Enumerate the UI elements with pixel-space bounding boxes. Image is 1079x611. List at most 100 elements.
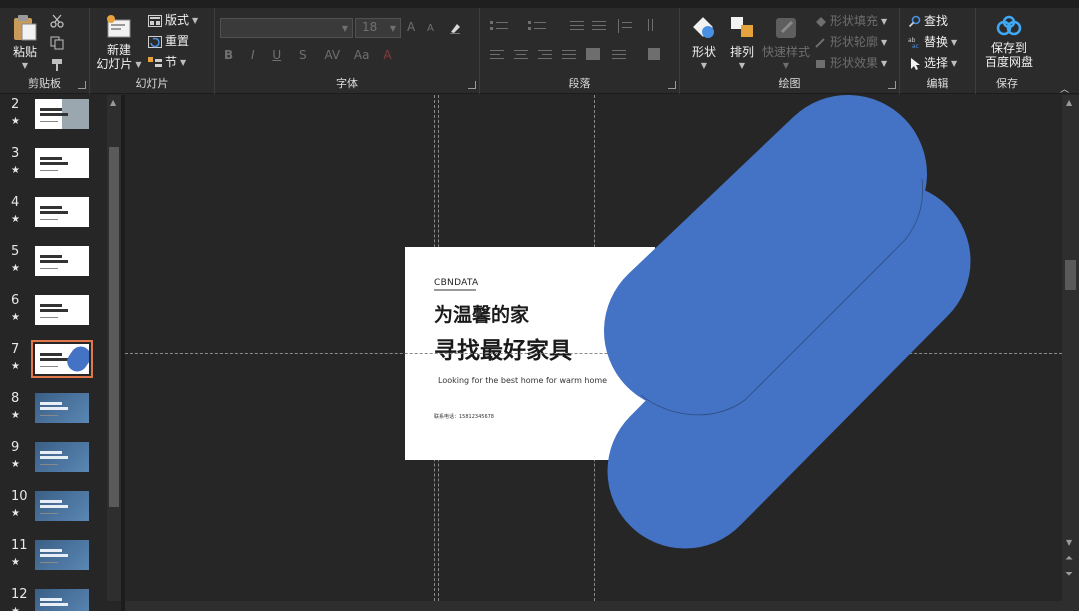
scroll-down-icon[interactable]: ▼ [1066, 538, 1072, 547]
underline-button[interactable]: U [272, 48, 281, 62]
shapes-button[interactable]: 形状 ▼ [686, 14, 722, 73]
arrange-button[interactable]: 排列 ▼ [724, 14, 760, 73]
slide-number: 6 [11, 293, 20, 308]
slide-thumbnail-item[interactable]: 3 ★ [0, 146, 107, 192]
slide-thumbnail-preview[interactable] [35, 295, 89, 325]
slide-number: 5 [11, 244, 20, 259]
previous-slide-icon[interactable]: ⏶ [1065, 553, 1073, 564]
reset-button[interactable]: 重置 [148, 32, 189, 50]
clear-format-icon[interactable] [448, 21, 462, 35]
thumbnail-text-line [40, 170, 58, 171]
animation-star-icon: ★ [11, 508, 20, 519]
animation-star-icon: ★ [11, 361, 20, 372]
format-painter-icon[interactable] [50, 58, 64, 72]
slide-editor-canvas[interactable]: CBNDATA 为温馨的家 寻找最好家具 Looking for the bes… [125, 95, 1062, 601]
slide-thumbnail-preview[interactable] [35, 491, 89, 521]
thumbnail-scrollbar[interactable]: ▲ [107, 95, 121, 601]
ribbon: 粘贴 ▼ 剪贴板 新建 幻灯片 ▼ 版式 ▼ 重置 节 ▼ 幻灯片 ▼ 18 ▼… [0, 0, 1079, 95]
quick-styles-icon [776, 18, 796, 38]
slide-thumbnail-item[interactable]: 8 ★ [0, 391, 107, 437]
save-group: 保存到 百度网盘 保存 [976, 8, 1038, 94]
slide-thumbnail-item[interactable]: 12 ★ [0, 587, 107, 611]
slide-thumbnail-item[interactable]: 4 ★ [0, 195, 107, 241]
slide-thumbnail-item[interactable]: 5 ★ [0, 244, 107, 290]
slide-thumbnail-preview[interactable] [35, 589, 89, 611]
save-to-baidu-button[interactable]: 保存到 百度网盘 [980, 14, 1038, 69]
slide-number: 11 [11, 538, 28, 553]
strikethrough-button[interactable]: S [299, 48, 307, 62]
shape-outline-button[interactable]: 形状轮廓 ▼ [814, 33, 887, 51]
slide-thumbnail-preview[interactable] [35, 393, 89, 423]
copy-icon[interactable] [50, 36, 64, 50]
section-button[interactable]: 节 ▼ [148, 53, 186, 71]
thumbnail-text-line [40, 255, 62, 258]
animation-star-icon: ★ [11, 606, 20, 611]
italic-button[interactable]: I [251, 48, 255, 62]
thumbnail-text-line [40, 500, 62, 503]
thumbnail-text-line [40, 309, 68, 312]
slide-thumbnail-preview[interactable] [35, 540, 89, 570]
paragraph-launcher-icon[interactable] [668, 81, 676, 89]
slide-thumbnail-preview[interactable] [35, 148, 89, 178]
thumbnail-text-line [40, 260, 68, 263]
slide-number: 3 [11, 146, 20, 161]
thumbnail-scroll-thumb[interactable] [109, 147, 119, 507]
slide-thumbnail-preview[interactable] [35, 197, 89, 227]
paste-dropdown-caret[interactable]: ▼ [8, 59, 42, 73]
select-button[interactable]: 选择 ▼ [908, 54, 957, 72]
font-color-button[interactable]: A [383, 48, 391, 62]
scissors-icon[interactable] [50, 14, 64, 28]
editor-horizontal-scrollbar[interactable] [125, 601, 1079, 611]
thumbnail-text-line [40, 358, 68, 361]
clipboard-group-label: 剪贴板 [28, 77, 61, 90]
shrink-font-button[interactable]: A [427, 23, 434, 34]
thumbnail-text-line [40, 415, 58, 416]
editor-scroll-thumb[interactable] [1065, 260, 1076, 290]
slide-thumbnail-preview[interactable] [35, 246, 89, 276]
paste-button[interactable]: 粘贴 ▼ [8, 14, 42, 73]
grow-font-button[interactable]: A [407, 20, 415, 34]
drawing-launcher-icon[interactable] [888, 81, 896, 89]
animation-star-icon: ★ [11, 263, 20, 274]
find-button[interactable]: 查找 [908, 12, 948, 30]
font-size-combobox[interactable]: 18 ▼ [355, 18, 401, 38]
slide-thumbnail-item[interactable]: 7 ★ [0, 340, 107, 388]
change-case-button[interactable]: Aa [354, 48, 370, 62]
layout-button[interactable]: 版式 ▼ [148, 11, 198, 29]
thumbnail-text-line [40, 108, 62, 111]
quick-styles-button[interactable]: 快速样式 ▼ [762, 14, 810, 73]
clipboard-launcher-icon[interactable] [78, 81, 86, 89]
thumbnail-text-line [40, 549, 62, 552]
drawing-group-label: 绘图 [778, 77, 801, 90]
slide-thumbnail-item[interactable]: 2 ★ [0, 97, 107, 143]
slide-thumbnail-preview[interactable] [35, 442, 89, 472]
slide-thumbnail-item[interactable]: 6 ★ [0, 293, 107, 339]
slide-thumbnail-item[interactable]: 9 ★ [0, 440, 107, 486]
shape-layer [604, 95, 971, 549]
editor-vertical-scrollbar[interactable]: ▲ ▼ ⏶ ⏷ [1062, 95, 1079, 601]
font-name-combobox[interactable]: ▼ [220, 18, 353, 38]
new-slide-button[interactable]: 新建 幻灯片 ▼ [96, 14, 142, 72]
paste-icon [14, 15, 37, 41]
scroll-up-icon[interactable]: ▲ [1066, 98, 1072, 107]
replace-button[interactable]: ab ac 替换 ▼ [908, 33, 957, 51]
slide-thumbnail-item[interactable]: 11 ★ [0, 538, 107, 584]
thumbnail-text-line [40, 162, 68, 165]
bold-button[interactable]: B [224, 48, 233, 62]
slide-thumbnail-preview[interactable] [31, 340, 93, 378]
clipboard-group: 粘贴 ▼ 剪贴板 [0, 8, 90, 94]
shape-effects-button[interactable]: 形状效果 ▼ [814, 54, 887, 72]
slide-thumbnail-preview[interactable] [35, 99, 89, 129]
char-spacing-button[interactable]: AV [324, 48, 340, 62]
scroll-up-icon[interactable]: ▲ [110, 98, 116, 107]
animation-star-icon: ★ [11, 459, 20, 470]
next-slide-icon[interactable]: ⏷ [1065, 569, 1073, 580]
font-size-controls: A A [407, 20, 462, 35]
font-launcher-icon[interactable] [468, 81, 476, 89]
replace-icon: abac [908, 37, 919, 49]
thumbnail-text-line [40, 121, 58, 122]
shape-fill-button[interactable]: 形状填充 ▼ [814, 12, 887, 30]
paragraph-controls-icon[interactable] [488, 18, 668, 72]
collapse-ribbon-icon[interactable]: ︿ [1060, 82, 1069, 95]
slide-thumbnail-item[interactable]: 10 ★ [0, 489, 107, 535]
